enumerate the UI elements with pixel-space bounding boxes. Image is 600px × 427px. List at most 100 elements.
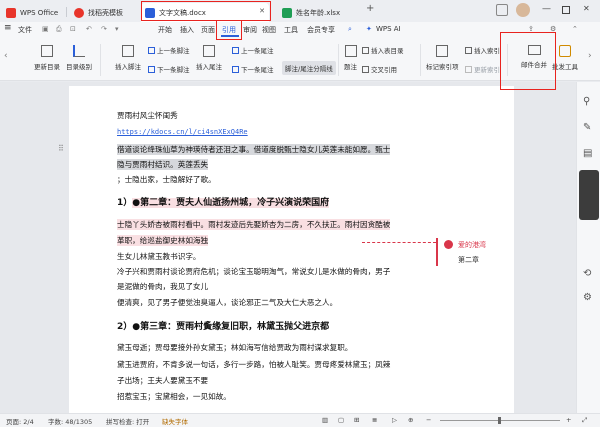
comment-avatar-icon [444, 240, 453, 249]
annotation-box-menu [216, 20, 242, 40]
doc-line: ；士隐出家，士隐解好了歌。 [117, 175, 216, 184]
floating-widget[interactable] [579, 170, 599, 220]
prev-footnote-button[interactable]: 上一条脚注 [148, 45, 190, 55]
font-missing-badge[interactable]: 缺失字体 [162, 416, 188, 426]
fit-page-icon[interactable]: ⤢ [582, 416, 587, 425]
doc-link[interactable]: https://kdocs.cn/l/ci4snXExQ4Re [117, 128, 248, 136]
cross-reference-label: 交叉引用 [371, 66, 397, 74]
menu-vip[interactable]: 会员专享 [307, 25, 335, 35]
minimize-icon[interactable]: — [542, 4, 551, 14]
ribbon-scroll-left-icon[interactable]: ‹ [4, 51, 8, 61]
doc-line: 黛玉进贾府，不肯多说一句话，多行一步路，怕被人耻笑。贾母疼爱林黛玉；凤辣 [117, 360, 391, 369]
rail-share-icon[interactable]: ⟲ [583, 268, 591, 279]
insert-endnote-label: 插入尾注 [196, 63, 222, 71]
read-mode-icon[interactable]: ▢ [338, 416, 344, 424]
zoom-slider-thumb[interactable] [498, 417, 501, 424]
ribbon-divider [100, 44, 101, 76]
ribbon-scroll-right-icon[interactable]: › [588, 51, 592, 61]
globe-icon[interactable]: ⊕ [408, 416, 413, 424]
toc-level-label: 目录级别 [66, 63, 92, 71]
tab-label: WPS Office [20, 8, 59, 17]
toc-level-button[interactable]: 目录级别 [66, 45, 92, 71]
status-bar: 页面: 2/4 字数: 48/1305 拼写检查: 打开 缺失字体 ▥ ▢ ⊞ … [0, 413, 600, 427]
hamburger-icon[interactable]: ≡ [4, 23, 12, 33]
more-icon[interactable]: ▾ [115, 25, 119, 33]
caption-button[interactable]: 题注 [344, 45, 357, 71]
doc-line: 黛玉母逝；贾母要接外孙女黛玉；林如海写信给贾政为雨村谋求复职。 [117, 343, 353, 352]
window-layout-icon[interactable] [496, 4, 508, 16]
tab-template[interactable]: 找稻壳模板 [70, 3, 136, 22]
doc-line: 生女儿林黛玉教书识字。 [117, 252, 201, 261]
menu-insert[interactable]: 插入 [180, 25, 194, 35]
update-toc-button[interactable]: 更新目录 [34, 45, 60, 71]
insert-toa-button[interactable]: 插入表目录 [362, 45, 404, 55]
prev-endnote-label: 上一条尾注 [241, 47, 274, 55]
search-icon[interactable]: ⌕ [348, 25, 352, 34]
footnote-icon [122, 45, 134, 57]
insert-index-icon [465, 46, 472, 54]
spell-check-status[interactable]: 拼写检查: 打开 [106, 416, 149, 426]
word-count[interactable]: 字数: 48/1305 [48, 416, 92, 426]
rail-settings-icon[interactable]: ⚙ [583, 292, 592, 303]
zoom-out-icon[interactable]: − [426, 416, 431, 424]
rail-edit-icon[interactable]: ✎ [583, 122, 591, 133]
collapse-ribbon-icon[interactable]: ⌃ [572, 25, 578, 33]
insert-index-button[interactable]: 插入索引 [465, 45, 500, 55]
menu-layout[interactable]: 页面 [201, 25, 215, 35]
close-window-icon[interactable]: ✕ [583, 4, 590, 13]
update-index-icon [465, 65, 472, 73]
doc-line: 子出场；王夫人要黛玉不要 [117, 376, 209, 385]
avatar[interactable] [516, 3, 530, 17]
menu-review[interactable]: 审阅 [243, 25, 257, 35]
play-icon[interactable]: ▷ [392, 416, 397, 424]
footnote-separator-label: 脚注/尾注分隔线 [285, 65, 333, 73]
menu-tools[interactable]: 工具 [284, 25, 298, 35]
insert-footnote-button[interactable]: 插入脚注 [115, 45, 141, 71]
zoom-in-icon[interactable]: + [566, 416, 571, 424]
footnote-separator-button[interactable]: 脚注/尾注分隔线 [282, 61, 336, 75]
comment-author: 爱的港湾 [458, 241, 486, 249]
print-icon[interactable]: ⎙ [56, 25, 62, 34]
wps-logo-icon [6, 7, 16, 18]
undo-icon[interactable]: ↶ [86, 25, 92, 33]
next-footnote-button[interactable]: 下一条脚注 [148, 64, 190, 74]
save-icon[interactable]: ▣ [42, 25, 49, 33]
annotation-box-tab [141, 1, 271, 21]
cross-reference-icon [362, 65, 369, 73]
right-side-panel: ⚲ ✎ ▤ ⟲ ⚙ [576, 82, 600, 413]
menu-view[interactable]: 视图 [262, 25, 276, 35]
page-count[interactable]: 页面: 2/4 [6, 416, 34, 426]
menu-wps-ai[interactable]: WPS AI [376, 25, 401, 33]
update-index-button[interactable]: 更新索引 [465, 64, 500, 74]
tab-spreadsheet[interactable]: 姓名年龄.xlsx [278, 3, 358, 22]
redo-icon[interactable]: ↷ [101, 25, 107, 33]
insert-endnote-button[interactable]: 插入尾注 [196, 45, 222, 71]
comment-balloon[interactable]: 爱的港湾 第二章 [436, 238, 514, 266]
preview-icon[interactable]: ⊡ [70, 25, 76, 33]
next-footnote-label: 下一条脚注 [157, 66, 190, 74]
mark-index-button[interactable]: 标记索引项 [426, 45, 459, 71]
drag-handle-icon[interactable]: ⠿ [58, 144, 64, 153]
tab-wps-office[interactable]: WPS Office [2, 3, 62, 22]
maximize-icon[interactable] [562, 6, 570, 14]
tab-divider [66, 7, 67, 17]
rail-tool-icon[interactable]: ⚲ [583, 96, 590, 107]
menu-home[interactable]: 开始 [158, 25, 172, 35]
comment-tools-icon [559, 45, 571, 57]
new-tab-icon[interactable]: + [366, 3, 374, 14]
view-mode-icon[interactable]: ▥ [322, 416, 328, 424]
title-bar: WPS Office 找稻壳模板 文字文稿.docx ✕ 姓名年龄.xlsx +… [0, 0, 600, 22]
insert-toa-label: 插入表目录 [371, 47, 404, 55]
next-endnote-button[interactable]: 下一条尾注 [232, 64, 274, 74]
prev-endnote-button[interactable]: 上一条尾注 [232, 45, 274, 55]
sheet-doc-icon [282, 7, 292, 18]
menu-file[interactable]: 文件 [18, 25, 32, 35]
rail-layout-icon[interactable]: ▤ [583, 148, 592, 159]
cross-reference-button[interactable]: 交叉引用 [362, 64, 397, 74]
web-view-icon[interactable]: ⊞ [354, 416, 359, 424]
ribbon-divider [338, 44, 339, 76]
heading-text: ●第二章：贾夫人仙逝扬州城，冷子兴演说荣国府 [132, 198, 330, 208]
outline-view-icon[interactable]: ≣ [372, 416, 377, 424]
doc-line: 便清爽，见了男子便觉浊臭逼人，谈论邪正二气及大仁大恶之人。 [117, 298, 338, 307]
prev-footnote-label: 上一条脚注 [157, 47, 190, 55]
